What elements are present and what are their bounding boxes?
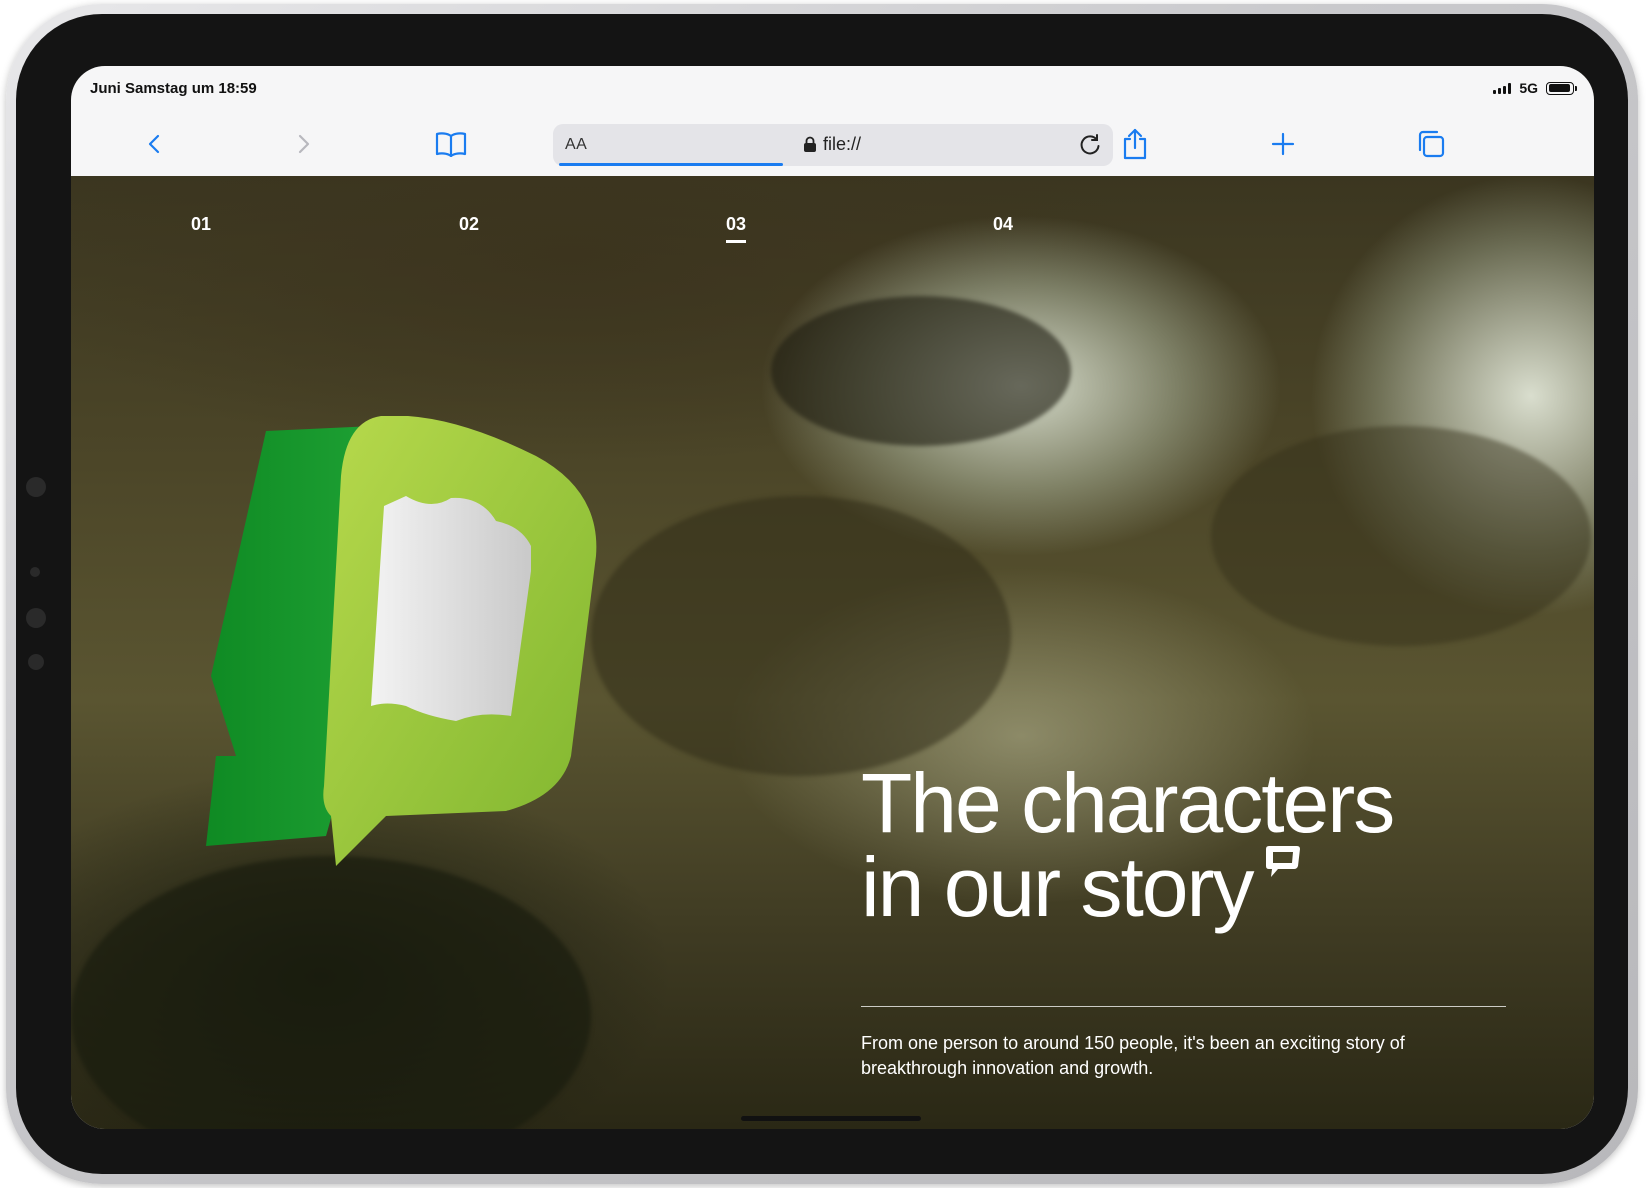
tablet-frame: Juni Samstag um 18:59 5G AA file:// 01 0… [6,4,1638,1184]
section-nav-01[interactable]: 01 [191,214,211,235]
forward-button[interactable] [281,122,325,166]
divider [861,1006,1506,1007]
side-button [26,608,46,628]
rock-shape [1211,426,1591,646]
rock-shape [591,496,1011,776]
headline-line-2: in our story [861,840,1254,934]
signal-icon [1493,82,1512,94]
lock-icon [804,136,816,152]
section-nav-02[interactable]: 02 [459,214,479,235]
browser-toolbar: AA file:// [71,114,1594,176]
tabs-icon [1418,130,1445,158]
speech-bubble-icon [1265,846,1300,877]
bookmarks-button[interactable] [429,122,473,166]
address-bar[interactable]: AA file:// [553,124,1113,166]
home-indicator[interactable] [741,1116,921,1121]
network-label: 5G [1519,80,1538,96]
chevron-left-icon [148,134,160,154]
rock-shape [71,856,591,1129]
back-button[interactable] [133,122,177,166]
share-button[interactable] [1113,122,1157,166]
headline-line-2-wrap: in our story [861,845,1511,929]
battery-fill [1548,84,1571,92]
section-nav-03[interactable]: 03 [726,214,747,243]
new-tab-button[interactable] [1261,122,1305,166]
status-indicators: 5G [1493,80,1577,96]
side-button [26,477,46,497]
screen: Juni Samstag um 18:59 5G AA file:// 01 0… [71,66,1594,1129]
url-text: file:// [823,134,862,154]
url-field[interactable]: file:// [803,134,861,155]
web-content: 01 02 03 04 The characters in our story [71,176,1594,1129]
plus-icon [1271,132,1295,156]
speech-bubble-3d-icon [206,416,597,866]
section-nav-04[interactable]: 04 [993,214,1013,235]
battery-icon [1546,81,1577,95]
reload-icon [1080,134,1100,155]
share-icon [1123,128,1147,160]
status-time: Juni Samstag um 18:59 [90,80,257,97]
camera-icon [30,567,40,577]
text-size-button[interactable]: AA [565,136,587,154]
intro-text: From one person to around 150 people, it… [861,1033,1405,1078]
book-icon [435,132,467,157]
reload-button[interactable] [1077,132,1103,163]
side-button [28,654,44,670]
load-progress-bar [559,163,783,166]
status-bar: Juni Samstag um 18:59 5G [71,66,1594,114]
page-headline: The characters in our story [861,761,1511,929]
chevron-right-icon [298,134,310,154]
headline-line-1: The characters [861,756,1395,850]
tabs-overview-button[interactable] [1409,122,1453,166]
rock-shape [771,296,1071,446]
